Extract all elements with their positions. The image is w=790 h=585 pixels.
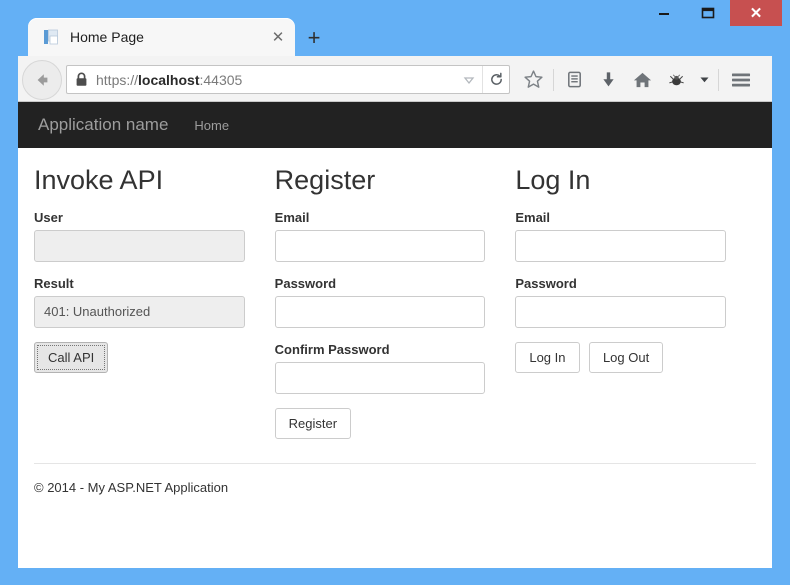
register-email-label: Email (274, 209, 310, 225)
new-tab-button[interactable]: + (298, 22, 330, 54)
bookmark-star-icon[interactable] (516, 65, 550, 94)
footer-text: © 2014 - My ASP.NET Application (34, 480, 229, 496)
nav-link-home[interactable]: Home (194, 118, 229, 133)
column-invoke-api: Invoke API User Result Call API (34, 165, 275, 439)
tab-close-icon[interactable]: ✕ (267, 26, 289, 48)
document-favicon (42, 28, 60, 46)
screenshot-root: ✕ Home Page ✕ + https://localhost:44305 … (0, 0, 790, 585)
result-label: Result (34, 275, 74, 291)
register-email-input[interactable] (274, 229, 486, 262)
site-navbar: Application name Home (18, 102, 772, 148)
result-input[interactable] (34, 295, 245, 328)
login-email-label: Email (515, 209, 551, 225)
page-container: Invoke API User Result Call API Register… (18, 148, 772, 495)
padlock-icon (75, 72, 88, 87)
browser-tab-home-page[interactable]: Home Page ✕ (28, 18, 295, 56)
url-bar-actions (456, 66, 509, 93)
site-brand[interactable]: Application name (38, 115, 168, 135)
footer-divider (34, 463, 756, 465)
downloads-icon[interactable] (591, 65, 625, 94)
back-icon (37, 74, 48, 86)
login-title: Log In (515, 165, 591, 195)
login-button[interactable]: Log In (515, 341, 580, 374)
column-login: Log In Email Password Log In Log Out (515, 165, 756, 439)
page-viewport: Application name Home Invoke API User Re… (18, 102, 772, 568)
history-dropdown-icon[interactable] (456, 66, 482, 93)
browser-toolbar: https://localhost:44305 (18, 56, 772, 102)
home-icon[interactable] (625, 65, 659, 94)
column-register: Register Email Password Confirm Password… (274, 165, 516, 440)
login-email-input[interactable] (515, 229, 727, 262)
reload-icon[interactable] (482, 66, 509, 93)
firebug-bug-icon[interactable] (659, 65, 693, 94)
login-password-input[interactable] (515, 295, 727, 328)
tab-strip: Home Page ✕ + (0, 18, 790, 56)
user-label: User (34, 209, 63, 225)
reader-list-icon[interactable] (557, 65, 591, 94)
logout-button[interactable]: Log Out (588, 341, 664, 374)
firebug-chevron-down-icon[interactable] (693, 65, 715, 94)
url-host: localhost (138, 71, 200, 88)
url-port: :44305 (199, 71, 243, 88)
url-text: https://localhost:44305 (96, 72, 456, 88)
call-api-button[interactable]: Call API (34, 341, 109, 374)
login-password-label: Password (515, 275, 577, 291)
url-scheme: https:// (96, 71, 139, 88)
back-button[interactable] (22, 60, 62, 100)
register-button[interactable]: Register (274, 407, 352, 440)
browser-window: ✕ Home Page ✕ + https://localhost:44305 … (0, 0, 790, 585)
columns-row: Invoke API User Result Call API Register… (34, 165, 756, 440)
url-bar[interactable]: https://localhost:44305 (66, 65, 510, 94)
invoke-api-title: Invoke API (34, 165, 164, 195)
toolbar-divider (553, 68, 554, 91)
toolbar-icon-group (516, 65, 760, 94)
user-input[interactable] (34, 229, 245, 262)
register-title: Register (274, 165, 376, 195)
register-confirm-password-input[interactable] (274, 361, 486, 394)
toolbar-divider-2 (718, 68, 719, 91)
tab-title: Home Page (70, 29, 144, 45)
register-confirm-password-label: Confirm Password (274, 341, 390, 357)
register-password-label: Password (274, 275, 337, 291)
hamburger-menu-icon[interactable] (722, 65, 760, 94)
register-password-input[interactable] (274, 295, 486, 328)
